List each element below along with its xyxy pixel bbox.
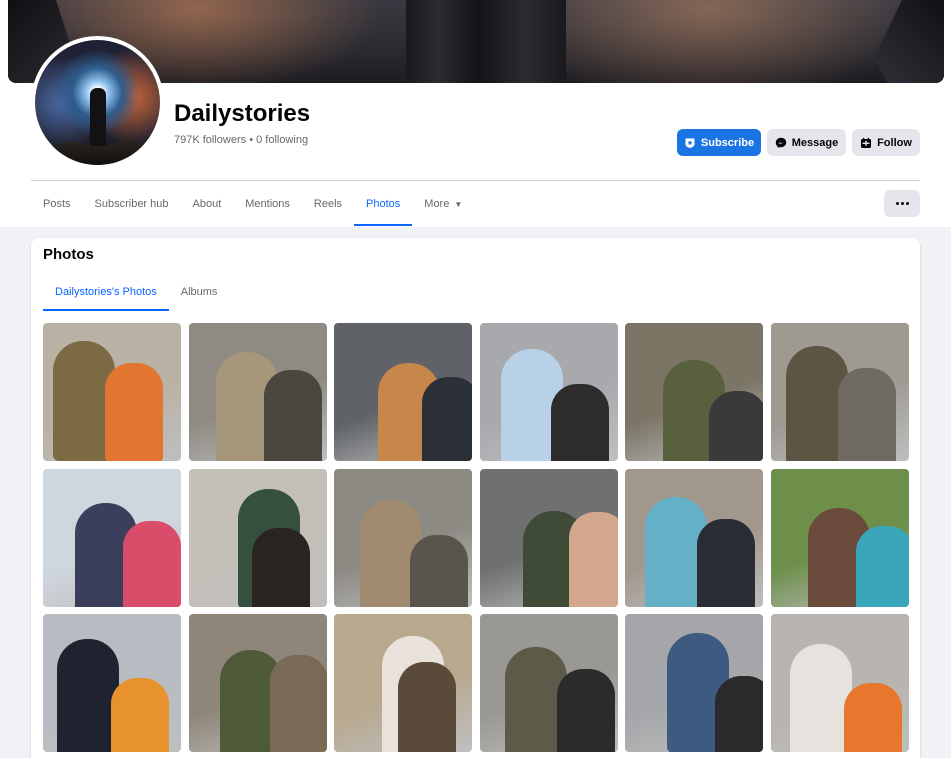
photo-subject [57,639,119,752]
tab-more[interactable]: More ▼ [412,182,474,226]
subtab-albums[interactable]: Albums [169,272,230,311]
photo-subject [410,534,469,607]
photo-thumbnail[interactable] [43,614,181,752]
subscribe-label: Subscribe [700,136,755,149]
tab-mentions[interactable]: Mentions [233,182,302,226]
photo-subject [251,527,310,607]
message-label: Message [791,136,839,149]
tab-reels[interactable]: Reels [302,182,354,226]
photo-grid [43,323,909,752]
photo-thumbnail[interactable] [770,323,909,461]
follower-stats: 797K followers • 0 following [174,134,309,146]
tab-more-label: More [424,198,450,210]
follow-button[interactable]: Follow [852,129,920,156]
avatar-image [35,40,160,165]
photo-thumbnail[interactable] [625,468,764,607]
photo-subject [398,662,457,752]
photo-thumbnail[interactable] [334,323,473,461]
tab-photos[interactable]: Photos [354,182,413,226]
photo-subject [105,363,163,461]
subscribe-button[interactable]: Subscribe [677,129,761,156]
profile-header: Dailystories 797K followers • 0 followin… [0,0,951,227]
photo-thumbnail[interactable] [479,614,618,752]
photo-subject [269,655,327,752]
message-button[interactable]: Message [767,129,846,156]
photo-thumbnail[interactable] [625,614,764,752]
photo-subject [422,377,473,461]
photo-thumbnail[interactable] [770,614,909,752]
dot-icon [895,202,899,205]
photo-subject [263,370,322,461]
dot-icon [900,202,904,205]
photo-subject [556,669,615,752]
more-options-button[interactable] [884,190,920,217]
photos-section-title: Photos [43,246,94,263]
photo-subject [123,520,181,607]
photo-thumbnail[interactable] [43,468,181,607]
caret-down-icon: ▼ [454,199,463,209]
avatar-figure [90,88,106,146]
photo-subject [843,683,902,752]
photo-subject [789,644,852,752]
follow-label: Follow [877,136,912,149]
photo-thumbnail[interactable] [334,614,473,752]
tab-posts[interactable]: Posts [31,182,83,226]
cover-figure [406,0,566,83]
profile-tabs: Posts Subscriber hub About Mentions Reel… [31,182,474,226]
follow-icon [861,137,872,148]
photos-subtabs: Dailystories's Photos Albums [43,272,229,311]
photo-thumbnail[interactable] [479,468,618,607]
photo-subject [568,511,618,607]
photo-thumbnail[interactable] [625,323,764,461]
photo-subject [550,384,609,461]
photo-thumbnail[interactable] [770,468,909,607]
subtab-page-photos[interactable]: Dailystories's Photos [43,272,169,311]
photo-thumbnail[interactable] [479,323,618,461]
photo-subject [855,525,909,607]
profile-avatar[interactable] [31,36,164,169]
photo-subject [715,676,764,752]
photo-thumbnail[interactable] [43,323,181,461]
cover-rock-right [874,0,944,83]
photos-card: Photos Dailystories's Photos Albums [31,238,920,758]
photo-subject [111,678,169,752]
photo-subject [709,391,764,461]
subscribe-icon [685,138,695,148]
photo-thumbnail[interactable] [188,614,327,752]
photo-thumbnail[interactable] [188,323,327,461]
photo-subject [837,368,896,461]
page-title: Dailystories [174,100,311,127]
photo-thumbnail[interactable] [334,468,473,607]
photo-thumbnail[interactable] [188,468,327,607]
header-divider [31,180,920,181]
photo-subject [697,518,756,607]
dot-icon [905,202,909,205]
tab-about[interactable]: About [181,182,234,226]
messenger-icon [775,137,786,148]
tab-subscriber-hub[interactable]: Subscriber hub [83,182,181,226]
